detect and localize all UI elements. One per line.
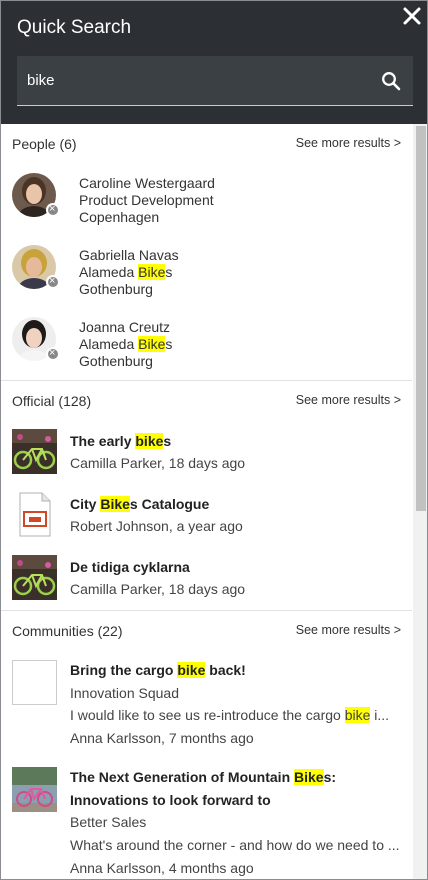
- see-more-communities-link[interactable]: See more results >: [296, 623, 401, 637]
- person-city: Gothenburg: [79, 353, 153, 369]
- post-title: Bring the cargo bike back!: [70, 662, 246, 678]
- person-item[interactable]: Gabriella Navas Alameda Bikes Gothenburg: [1, 245, 412, 317]
- document-title: City Bikes Catalogue: [70, 496, 210, 512]
- person-city: Copenhagen: [79, 209, 160, 225]
- search-highlight: bike: [344, 707, 371, 723]
- search-highlight: Bike: [138, 264, 166, 280]
- search-highlight: bike: [177, 662, 206, 678]
- official-section: Official (128) See more results > The ea…: [1, 381, 412, 611]
- bike-photo-thumbnail: [12, 555, 57, 600]
- person-item[interactable]: Joanna Creutz Alameda Bikes Gothenburg: [1, 317, 412, 389]
- person-name: Gabriella Navas: [79, 247, 179, 263]
- person-name: Caroline Westergaard: [79, 175, 215, 191]
- post-title: The Next Generation of Mountain Bikes:: [70, 769, 337, 785]
- search-highlight: Bike: [100, 496, 130, 512]
- search-highlight: Bike: [138, 336, 166, 352]
- document-item[interactable]: De tidiga cyklarna Camilla Parker, 18 da…: [1, 555, 412, 618]
- post-meta: Anna Karlsson, 4 months ago: [70, 860, 254, 876]
- post-community: Innovation Squad: [70, 685, 179, 701]
- post-thumbnail-placeholder: [12, 660, 57, 705]
- section-title: Official (128): [12, 393, 92, 409]
- document-meta: Camilla Parker, 18 days ago: [70, 581, 246, 597]
- post-excerpt: What's around the corner - and how do we…: [70, 837, 400, 853]
- document-title: De tidiga cyklarna: [70, 559, 190, 575]
- search-box: [17, 56, 413, 106]
- see-more-people-link[interactable]: See more results >: [296, 136, 401, 150]
- search-input[interactable]: [17, 56, 357, 105]
- status-offline-icon: [46, 273, 60, 289]
- post-community: Better Sales: [70, 814, 147, 830]
- close-icon[interactable]: [401, 5, 423, 27]
- communities-section: Communities (22) See more results > Brin…: [1, 611, 412, 879]
- person-name: Joanna Creutz: [79, 319, 171, 335]
- community-post-item[interactable]: The Next Generation of Mountain Bikes: I…: [1, 767, 412, 879]
- community-post-item[interactable]: Bring the cargo bike back! Innovation Sq…: [1, 660, 412, 767]
- person-department: Alameda Bikes: [79, 264, 173, 280]
- status-offline-icon: [46, 345, 60, 361]
- presentation-file-icon: [12, 492, 57, 537]
- person-department: Product Development: [79, 192, 214, 208]
- document-item[interactable]: The early bikes Camilla Parker, 18 days …: [1, 429, 412, 492]
- person-item[interactable]: Caroline Westergaard Product Development…: [1, 173, 412, 245]
- post-excerpt: I would like to see us re-introduce the …: [70, 707, 390, 723]
- panel-title: Quick Search: [17, 17, 132, 38]
- post-meta: Anna Karlsson, 7 months ago: [70, 730, 254, 746]
- search-highlight: bike: [135, 433, 164, 449]
- post-title-line2: Innovations to look forward to: [70, 792, 271, 808]
- search-icon[interactable]: [381, 71, 401, 91]
- scrollbar[interactable]: [413, 124, 427, 879]
- document-item[interactable]: City Bikes Catalogue Robert Johnson, a y…: [1, 492, 412, 555]
- header: Quick Search: [1, 1, 427, 124]
- person-city: Gothenburg: [79, 281, 153, 297]
- document-title: The early bikes: [70, 433, 172, 449]
- bike-photo-thumbnail: [12, 429, 57, 474]
- section-title: Communities (22): [12, 623, 123, 639]
- results-list: People (6) See more results > Caroline W…: [1, 124, 412, 879]
- bike-photo-thumbnail: [12, 767, 57, 812]
- section-header: People (6) See more results >: [1, 124, 412, 162]
- quick-search-panel: Quick Search People (6) See more results…: [0, 0, 428, 880]
- document-meta: Camilla Parker, 18 days ago: [70, 455, 246, 471]
- scrollbar-thumb[interactable]: [416, 126, 426, 511]
- section-title: People (6): [12, 136, 77, 152]
- status-offline-icon: [46, 201, 60, 217]
- people-section: People (6) See more results > Caroline W…: [1, 124, 412, 381]
- see-more-official-link[interactable]: See more results >: [296, 393, 401, 407]
- document-meta: Robert Johnson, a year ago: [70, 518, 243, 534]
- section-header: Communities (22) See more results >: [1, 611, 412, 649]
- section-header: Official (128) See more results >: [1, 381, 412, 419]
- search-highlight: Bike: [294, 769, 324, 785]
- person-department: Alameda Bikes: [79, 336, 173, 352]
